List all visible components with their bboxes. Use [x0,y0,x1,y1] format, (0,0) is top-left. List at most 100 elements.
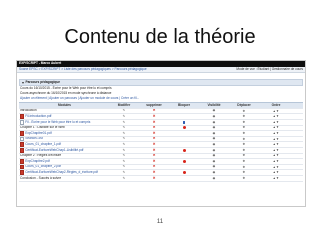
edit-cell[interactable]: ✎ [109,142,139,147]
move-arrows-icon[interactable]: ✥ [243,115,246,118]
eye-icon[interactable]: ◉ [213,109,216,112]
order-arrows-icon[interactable]: ▲▼ [273,148,280,152]
order-arrows-icon[interactable]: ▲▼ [273,126,280,129]
edit-cell[interactable]: ✎ [109,165,139,170]
collapse-triangle-icon[interactable] [22,81,24,84]
role-switcher[interactable]: Mode de vue : Étudiant | Gestionnaire de… [236,67,303,71]
pencil-icon[interactable]: ✎ [123,159,126,163]
section-header[interactable]: Parcours pédagogique [19,79,303,86]
move-cell[interactable]: ✥ [229,109,259,114]
delete-cell[interactable]: ✕ [139,142,169,147]
module-link-cell[interactable]: Fil - Écrire pour le Web pour être lu et… [19,119,109,125]
visibility-cell[interactable]: ◉ [199,126,229,131]
module-link-cell[interactable]: ExpChapitre01.pdf [19,131,109,136]
eye-icon[interactable]: ◉ [213,176,216,180]
order-arrows-icon[interactable]: ▲▼ [273,143,280,146]
visibility-cell[interactable]: ◉ [199,165,229,170]
delete-cell[interactable]: ✕ [139,165,169,170]
order-cell[interactable]: ▲▼ [259,170,293,175]
move-cell[interactable]: ✥ [229,131,259,136]
visibility-cell[interactable]: ◉ [199,142,229,147]
order-cell[interactable]: ▲▼ [259,137,293,142]
cross-icon[interactable]: ✕ [153,154,156,158]
eye-icon[interactable]: ◉ [213,165,216,168]
order-cell[interactable]: ▲▼ [259,131,293,136]
eye-icon[interactable]: ◉ [213,120,216,124]
pencil-icon[interactable]: ✎ [123,176,126,180]
cross-icon[interactable]: ✕ [153,126,156,130]
order-arrows-icon[interactable]: ▲▼ [273,115,280,118]
move-cell[interactable]: ✥ [229,159,259,164]
order-cell[interactable]: ▲▼ [259,154,293,159]
module-label[interactable]: ExpChapitre01.pdf [25,131,51,135]
module-label[interactable]: Certificat-EcritureWebChap1-Lisibilité.p… [25,148,83,152]
edit-cell[interactable]: ✎ [109,154,139,159]
pencil-icon[interactable]: ✎ [123,114,126,118]
move-cell[interactable]: ✥ [229,137,259,142]
visibility-cell[interactable]: ◉ [199,109,229,114]
cross-icon[interactable]: ✕ [153,131,156,135]
cross-icon[interactable]: ✕ [153,148,156,152]
pencil-icon[interactable]: ✎ [123,148,126,152]
eye-icon[interactable]: ◉ [213,154,216,157]
cross-icon[interactable]: ✕ [153,170,156,174]
delete-cell[interactable]: ✕ [139,170,169,175]
order-cell[interactable]: ▲▼ [259,126,293,131]
stop-icon[interactable] [182,148,186,152]
module-label[interactable]: Certificat-EcritureWebChap2-Règles_d_écr… [25,170,98,174]
move-arrows-icon[interactable]: ✥ [243,143,246,146]
order-arrows-icon[interactable]: ▲▼ [273,159,280,163]
order-cell[interactable]: ▲▼ [259,176,293,181]
stop-icon[interactable] [182,171,186,175]
order-arrows-icon[interactable]: ▲▼ [273,171,280,174]
pencil-icon[interactable]: ✎ [123,126,126,129]
move-arrows-icon[interactable]: ✥ [243,171,246,174]
delete-cell[interactable]: ✕ [139,114,169,119]
pencil-icon[interactable]: ✎ [123,131,126,135]
pencil-icon[interactable]: ✎ [123,109,126,112]
move-cell[interactable]: ✥ [229,126,259,131]
edit-cell[interactable]: ✎ [109,109,139,114]
pencil-icon[interactable]: ✎ [123,142,126,146]
block-cell[interactable] [169,170,199,175]
delete-cell[interactable]: ✕ [139,159,169,164]
module-label[interactable]: Séance1.cst [25,137,43,140]
module-link-cell[interactable]: Fil-introduction.pdf [19,114,109,119]
order-cell[interactable]: ▲▼ [259,142,293,147]
order-cell[interactable]: ▲▼ [259,120,293,125]
module-link-cell[interactable]: Cours_01_chapitre_1.pdf [19,142,109,147]
order-cell[interactable]: ▲▼ [259,165,293,170]
module-link-cell[interactable]: Séance1.cst [19,136,109,142]
eye-icon[interactable]: ◉ [213,126,216,129]
breadcrumb-links[interactable]: Soane EPSC > EXP/SCRIPT > Liste des parc… [19,67,147,71]
module-label[interactable]: Cours_01_chapitre_1.pdf [25,142,61,146]
eye-icon[interactable]: ◉ [213,142,216,146]
delete-cell[interactable]: ✕ [139,120,169,125]
delete-cell[interactable]: ✕ [139,131,169,136]
block-cell[interactable] [169,148,199,153]
module-label[interactable]: Fil-introduction.pdf [25,114,51,118]
edit-cell[interactable]: ✎ [109,148,139,153]
edit-cell[interactable]: ✎ [109,137,139,142]
edit-cell[interactable]: ✎ [109,170,139,175]
module-link-cell[interactable]: Cours_01_chapitre_2.pdf [19,164,109,170]
pencil-icon[interactable]: ✎ [123,165,126,168]
order-arrows-icon[interactable]: ▲▼ [273,176,280,180]
cross-icon[interactable]: ✕ [153,114,156,118]
cross-icon[interactable]: ✕ [153,120,156,124]
cross-icon[interactable]: ✕ [153,142,156,146]
order-arrows-icon[interactable]: ▲▼ [273,137,280,141]
module-label[interactable]: Fil - Écrire pour le Web pour être lu et… [25,120,90,124]
edit-cell[interactable]: ✎ [109,114,139,119]
edit-cell[interactable]: ✎ [109,176,139,181]
visibility-cell[interactable]: ◉ [199,176,229,181]
visibility-cell[interactable]: ◉ [199,148,229,153]
visibility-cell[interactable]: ◉ [199,120,229,125]
visibility-cell[interactable]: ◉ [199,170,229,175]
eye-icon[interactable]: ◉ [213,159,216,163]
info-icon[interactable] [182,120,186,124]
delete-cell[interactable]: ✕ [139,154,169,159]
pencil-icon[interactable]: ✎ [123,154,126,157]
move-arrows-icon[interactable]: ✥ [243,131,246,135]
move-arrows-icon[interactable]: ✥ [243,176,246,180]
